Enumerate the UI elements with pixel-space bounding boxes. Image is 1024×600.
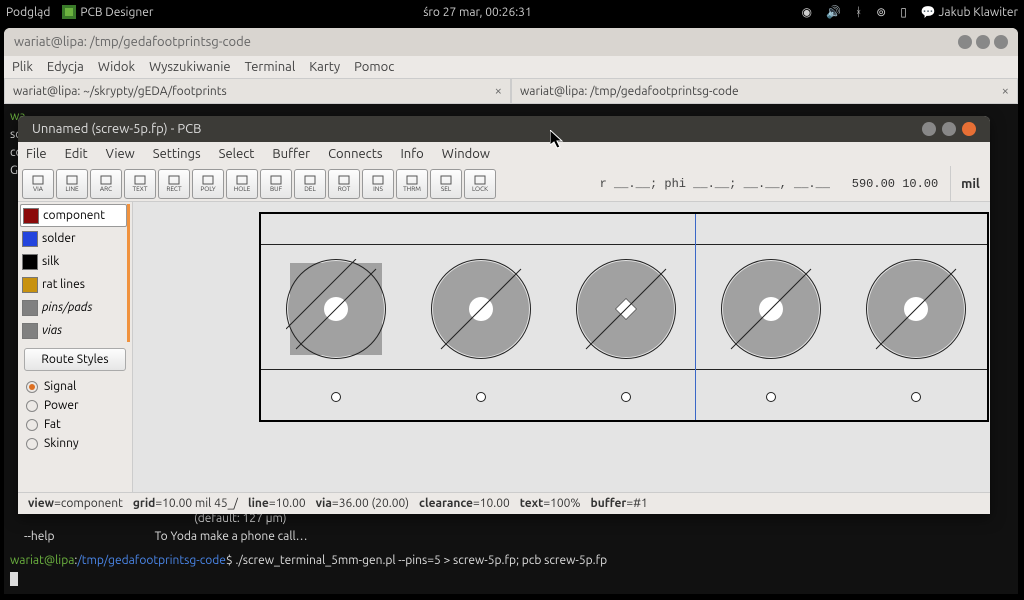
user-menu[interactable]: 💬 Jakub Klawiter [921,5,1018,19]
close-button[interactable] [962,122,976,136]
footprint-outline [259,212,989,422]
route-styles-button[interactable]: Route Styles [24,348,126,371]
terminal-tabs: wariat@lipa: ~/skrypty/gEDA/footprints× … [4,78,1018,104]
tool-ins[interactable]: INS [362,169,394,199]
task-button[interactable]: PCB Designer [62,5,153,19]
terminal-menubar: Plik Edycja Widok Wyszukiwanie Terminal … [4,56,1018,78]
bluetooth-icon[interactable]: ᚼ [855,6,862,19]
wifi-icon[interactable]: ⊚ [876,5,886,19]
tool-hole[interactable]: HOLE [226,169,258,199]
status-bar: view=component grid=10.00 mil 45_/ line=… [18,492,990,514]
minimize-button[interactable] [958,35,972,49]
pad-3[interactable] [576,259,676,359]
layer-vias[interactable]: vias [20,319,127,342]
pcb-titlebar[interactable]: Unnamed (screw-5p.fp) - PCB [18,116,990,142]
menu-item[interactable]: Pomoc [354,60,394,74]
menu-item[interactable]: Edycja [47,60,84,74]
menu-item[interactable]: Edit [65,147,88,161]
unit-button[interactable]: mil [950,166,990,201]
window-title: wariat@lipa: /tmp/gedafootprintsg-code [14,35,251,49]
pad-2[interactable] [431,259,531,359]
pcb-menubar: File Edit View Settings Select Buffer Co… [18,142,990,166]
terminal-titlebar[interactable]: wariat@lipa: /tmp/gedafootprintsg-code [4,28,1018,56]
menu-item[interactable]: View [106,147,135,161]
menu-item[interactable]: Info [400,147,423,161]
route-fat[interactable]: Fat [20,415,130,434]
tool-poly[interactable]: POLY [192,169,224,199]
tool-arc[interactable]: ARC [90,169,122,199]
maximize-button[interactable] [942,122,956,136]
menu-item[interactable]: Terminal [245,60,296,74]
tool-del[interactable]: DEL [294,169,326,199]
menu-item[interactable]: File [26,147,47,161]
volume-icon[interactable]: 🔊 [826,5,841,19]
coord-display-2: 590.00 10.00 [840,177,950,191]
menu-item[interactable]: Buffer [272,147,310,161]
pcb-canvas[interactable] [133,202,990,492]
menu-item[interactable]: Settings [153,147,201,161]
tool-thrm[interactable]: THRM [396,169,428,199]
menu-item[interactable]: Window [442,147,490,161]
menu-item[interactable]: Connects [328,147,382,161]
menu-item[interactable]: Plik [12,60,33,74]
pcb-toolbar: VIALINEARCTEXTRECTPOLYHOLEBUFDELROTINSTH… [18,166,990,202]
layer-rat-lines[interactable]: rat lines [20,273,127,296]
close-tab-icon[interactable]: × [1002,84,1009,98]
menu-item[interactable]: Wyszukiwanie [149,60,231,74]
tool-line[interactable]: LINE [56,169,88,199]
tool-buf[interactable]: BUF [260,169,292,199]
layer-pins-pads[interactable]: pins/pads [20,296,127,319]
layer-silk[interactable]: silk [20,250,127,273]
layers-panel: componentsoldersilkrat linespins/padsvia… [18,202,133,492]
tool-rot[interactable]: ROT [328,169,360,199]
tool-text[interactable]: TEXT [124,169,156,199]
maximize-button[interactable] [976,35,990,49]
route-power[interactable]: Power [20,396,130,415]
close-tab-icon[interactable]: × [495,84,502,98]
route-skinny[interactable]: Skinny [20,434,130,453]
close-button[interactable] [994,35,1008,49]
terminal-tab[interactable]: wariat@lipa: ~/skrypty/gEDA/footprints× [4,78,511,104]
coord-display: r __.__; phi __.__; __.__, __.__ [500,177,840,191]
minimize-button[interactable] [922,122,936,136]
pad-1[interactable] [286,259,386,359]
tool-via[interactable]: VIA [22,169,54,199]
task-button[interactable]: Podgląd [6,6,50,19]
top-panel: Podgląd PCB Designer śro 27 mar, 00:26:3… [0,0,1024,24]
pad-4[interactable] [721,259,821,359]
pad-5[interactable] [866,259,966,359]
tool-sel[interactable]: SEL [430,169,462,199]
menu-item[interactable]: Widok [98,60,135,74]
window-title: Unnamed (screw-5p.fp) - PCB [32,122,201,136]
menu-item[interactable]: Select [219,147,255,161]
terminal-cursor [10,572,18,586]
pcb-window: Unnamed (screw-5p.fp) - PCB File Edit Vi… [18,116,990,514]
accessibility-icon[interactable]: ◉ [802,5,812,19]
route-signal[interactable]: Signal [20,377,130,396]
battery-icon[interactable]: ▯ [900,5,907,19]
tool-lock[interactable]: LOCK [464,169,496,199]
tool-rect[interactable]: RECT [158,169,190,199]
layer-component[interactable]: component [20,204,127,227]
layer-solder[interactable]: solder [20,227,127,250]
terminal-tab[interactable]: wariat@lipa: /tmp/gedafootprintsg-code× [511,78,1018,104]
clock[interactable]: śro 27 mar, 00:26:31 [153,6,801,19]
pcb-app-icon [62,5,76,19]
menu-item[interactable]: Karty [309,60,340,74]
